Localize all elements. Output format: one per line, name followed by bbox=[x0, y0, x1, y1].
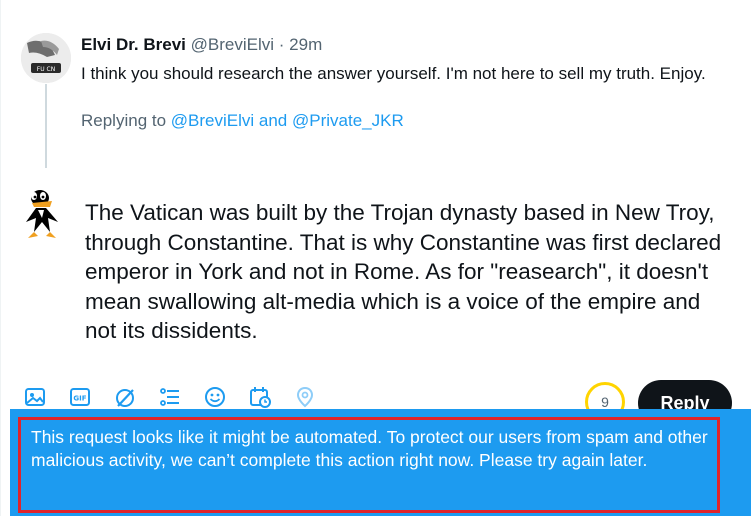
author-handle[interactable]: @BreviElvi bbox=[191, 35, 274, 54]
svg-text:GIF: GIF bbox=[73, 395, 86, 403]
author-name[interactable]: Elvi Dr. Brevi bbox=[81, 35, 186, 54]
duck-avatar-icon bbox=[26, 190, 58, 238]
avatar[interactable]: FU CN bbox=[21, 33, 71, 83]
toast-message: This request looks like it might be auto… bbox=[31, 427, 708, 470]
left-divider bbox=[0, 0, 1, 516]
replying-to: Replying to @BreviElvi and @Private_JKR bbox=[81, 110, 741, 132]
thread-connector bbox=[45, 84, 47, 168]
tweet-timestamp[interactable]: 29m bbox=[289, 35, 322, 54]
tweet-header: Elvi Dr. Brevi @BreviElvi · 29m bbox=[81, 34, 741, 56]
compose-textarea[interactable]: The Vatican was built by the Trojan dyna… bbox=[85, 198, 735, 346]
replying-prefix: Replying to bbox=[81, 111, 167, 130]
original-tweet: Elvi Dr. Brevi @BreviElvi · 29m I think … bbox=[81, 34, 741, 132]
separator-dot: · bbox=[278, 35, 285, 54]
tweet-text: I think you should research the answer y… bbox=[81, 64, 706, 83]
replying-mentions[interactable]: @BreviElvi and @Private_JKR bbox=[171, 111, 404, 130]
my-avatar[interactable] bbox=[22, 188, 62, 242]
avatar-label: FU CN bbox=[37, 66, 55, 73]
avatar-image: FU CN bbox=[21, 33, 71, 83]
